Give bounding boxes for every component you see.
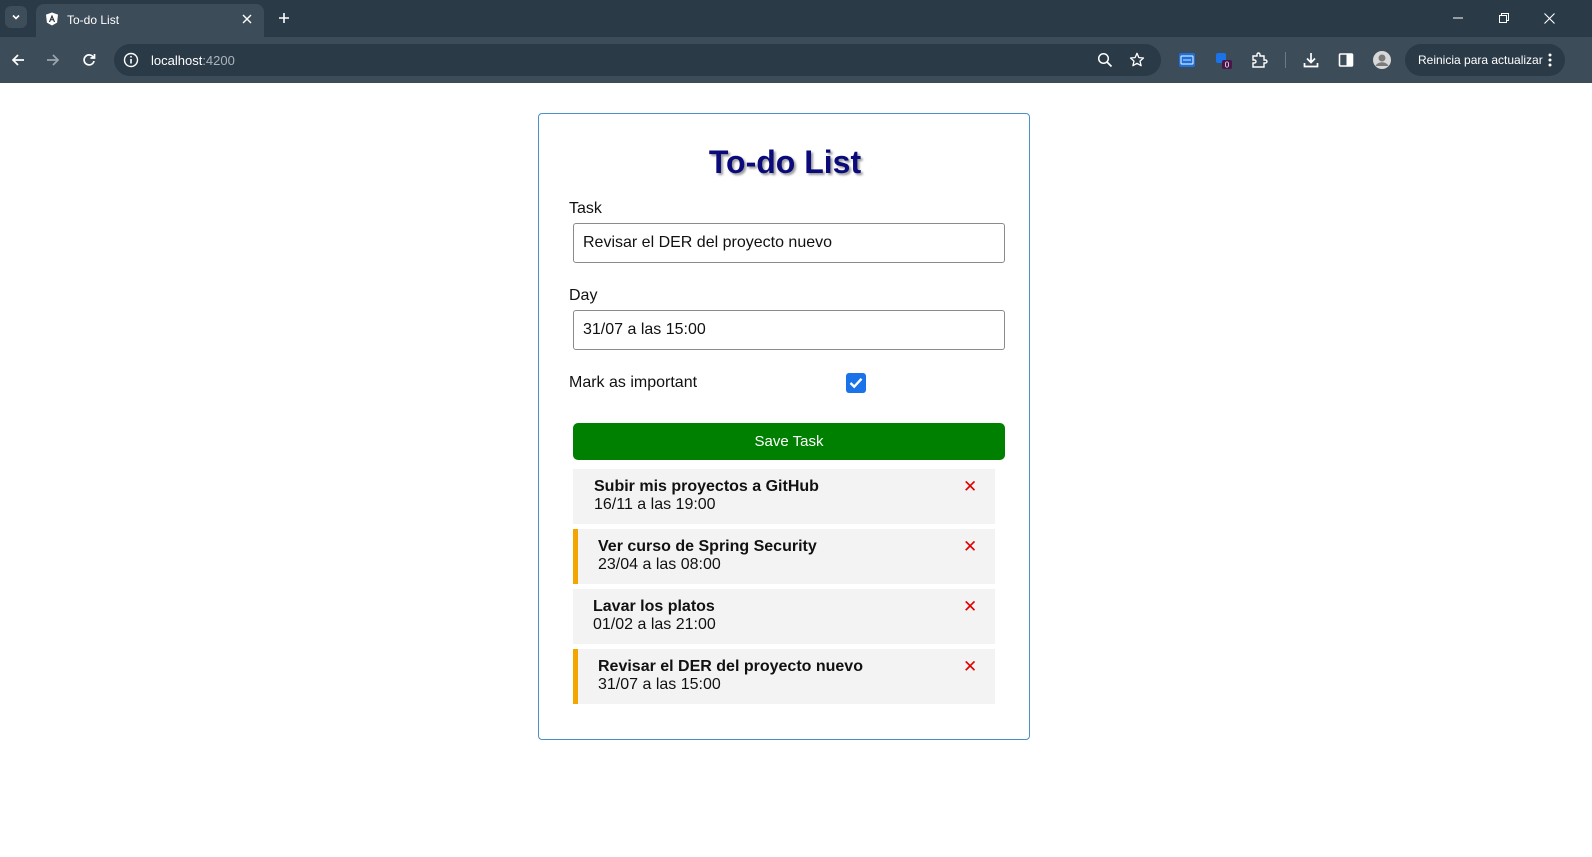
angular-icon <box>46 12 58 26</box>
day-label: Day <box>569 287 598 304</box>
task-input[interactable] <box>573 223 1005 263</box>
css-icon <box>1179 53 1195 67</box>
restore-icon <box>1499 13 1509 23</box>
new-tab-button[interactable] <box>274 8 294 28</box>
arrow-left-icon <box>11 54 24 66</box>
close-window-button[interactable] <box>1539 8 1559 28</box>
forward-button[interactable] <box>42 49 64 71</box>
reload-icon <box>83 54 96 66</box>
task-title: Subir mis proyectos a GitHub <box>594 478 819 495</box>
extension-icon: 0 <box>1216 53 1232 70</box>
avatar <box>1373 51 1391 69</box>
delete-task-icon[interactable]: ✕ <box>963 538 977 555</box>
restore-button[interactable] <box>1494 8 1514 28</box>
task-text: Subir mis proyectos a GitHub 16/11 a las… <box>594 478 819 514</box>
url-port: :4200 <box>202 53 235 68</box>
info-icon[interactable] <box>123 52 139 68</box>
browser-tab[interactable]: To-do List <box>36 4 264 37</box>
update-button[interactable]: Reinicia para actualizar <box>1405 44 1565 76</box>
delete-task-icon[interactable]: ✕ <box>963 658 977 675</box>
side-panel-icon <box>1338 53 1354 67</box>
day-input[interactable] <box>573 310 1005 350</box>
minimize-button[interactable] <box>1448 8 1468 28</box>
profile-button[interactable] <box>1372 50 1392 70</box>
close-icon <box>1543 12 1555 24</box>
task-title: Lavar los platos <box>593 598 715 615</box>
task-text: Revisar el DER del proyecto nuevo 31/07 … <box>598 658 863 694</box>
save-task-button[interactable]: Save Task <box>573 423 1005 460</box>
back-button[interactable] <box>7 49 29 71</box>
reload-button[interactable] <box>78 49 100 71</box>
task-text: Lavar los platos 01/02 a las 21:00 <box>593 598 716 634</box>
extensions-button[interactable] <box>1249 50 1269 70</box>
downloads-button[interactable] <box>1301 50 1321 70</box>
task-day: 16/11 a las 19:00 <box>594 496 716 513</box>
task-item-important[interactable]: Ver curso de Spring Security 23/04 a las… <box>573 529 995 584</box>
task-item[interactable]: Lavar los platos 01/02 a las 21:00 ✕ <box>573 589 995 644</box>
browser-toolbar: localhost:4200 0 Reinicia para actualiza… <box>0 37 1592 83</box>
tab-search-button[interactable] <box>5 6 27 28</box>
tab-close-button[interactable] <box>238 10 256 28</box>
plus-icon <box>279 13 289 23</box>
address-bar[interactable]: localhost:4200 <box>114 44 1161 76</box>
task-item[interactable]: Subir mis proyectos a GitHub 16/11 a las… <box>573 469 995 524</box>
delete-task-icon[interactable]: ✕ <box>963 478 977 495</box>
extension-badge-count: 0 <box>1225 61 1230 70</box>
url-text[interactable]: localhost:4200 <box>151 53 235 68</box>
important-label: Mark as important <box>569 374 698 391</box>
browser-tab-bar: To-do List <box>0 0 1592 37</box>
zoom-icon[interactable] <box>1097 52 1113 68</box>
page-title: To-do List <box>708 144 862 180</box>
close-icon <box>242 14 252 24</box>
url-host: localhost <box>151 53 203 68</box>
extension-badge-icon[interactable]: 0 <box>1214 50 1234 70</box>
task-day: 01/02 a las 21:00 <box>593 616 716 633</box>
task-day: 23/04 a las 08:00 <box>598 556 721 573</box>
task-title: Revisar el DER del proyecto nuevo <box>598 658 863 675</box>
arrow-right-icon <box>47 54 60 66</box>
minimize-icon <box>1453 17 1463 19</box>
side-panel-button[interactable] <box>1336 50 1356 70</box>
task-label: Task <box>569 200 602 217</box>
important-checkbox[interactable] <box>846 373 866 393</box>
download-icon <box>1303 53 1319 68</box>
todo-card: To-do List Task Day Mark as important Sa… <box>538 113 1030 740</box>
task-text: Ver curso de Spring Security 23/04 a las… <box>598 538 817 574</box>
task-day: 31/07 a las 15:00 <box>598 676 721 693</box>
more-vert-icon[interactable] <box>1543 52 1557 68</box>
task-item-important[interactable]: Revisar el DER del proyecto nuevo 31/07 … <box>573 649 995 704</box>
checkmark-icon <box>849 377 863 389</box>
chevron-down-icon <box>12 14 20 20</box>
tab-title: To-do List <box>67 13 120 27</box>
toolbar-separator <box>1285 52 1286 68</box>
bookmark-star-icon[interactable] <box>1129 52 1145 68</box>
puzzle-icon <box>1252 52 1268 68</box>
update-button-label: Reinicia para actualizar <box>1418 53 1543 67</box>
css-extension-icon[interactable] <box>1177 50 1197 70</box>
delete-task-icon[interactable]: ✕ <box>963 598 977 615</box>
task-title: Ver curso de Spring Security <box>598 538 817 555</box>
